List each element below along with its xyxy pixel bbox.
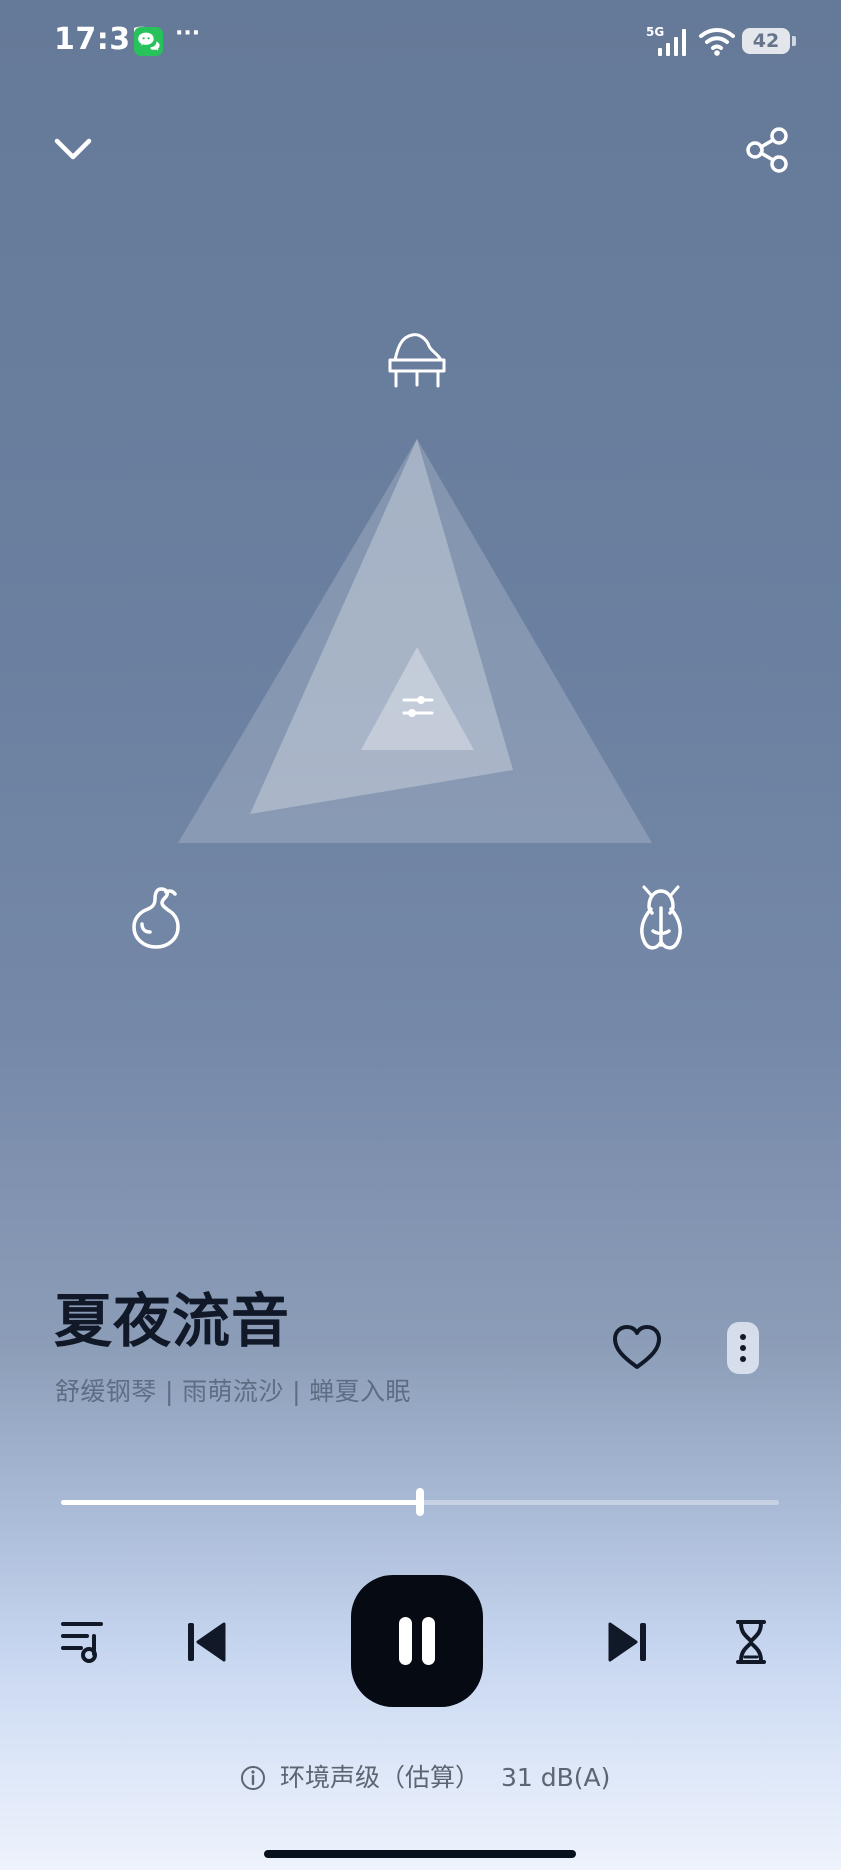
progress-thumb[interactable] <box>416 1488 424 1516</box>
share-button[interactable] <box>744 126 792 174</box>
ambient-sound-level: 环境声级（估算） 31 dB(A) <box>240 1760 620 1798</box>
pause-button[interactable] <box>351 1575 483 1707</box>
status-bar: 17:31 ··· 5G 42 <box>0 0 841 80</box>
info-icon <box>241 1766 265 1790</box>
signal-icon: 5G <box>646 25 686 56</box>
track-subtitle: 舒缓钢琴 | 雨萌流沙 | 蝉夏入眠 <box>55 1377 411 1406</box>
previous-button[interactable] <box>181 1618 231 1666</box>
hourglass-icon <box>736 1620 766 1664</box>
heart-outline-icon <box>613 1325 661 1369</box>
network-label: 5G <box>646 25 664 39</box>
more-options-button[interactable] <box>727 1322 759 1374</box>
home-indicator[interactable] <box>264 1850 576 1858</box>
skip-next-icon <box>608 1622 646 1662</box>
vertical-dot <box>740 1345 746 1351</box>
piano-sound-button[interactable] <box>386 326 448 390</box>
battery-level: 42 <box>752 30 780 52</box>
skip-previous-icon <box>188 1622 226 1662</box>
cicada-icon <box>640 885 682 950</box>
wifi-icon <box>699 28 735 56</box>
gourd-sound-button[interactable] <box>130 885 184 949</box>
pause-bar-right <box>422 1617 435 1665</box>
cicada-sound-button[interactable] <box>635 885 687 951</box>
chevron-down-icon <box>54 138 92 160</box>
gourd-icon <box>132 887 180 949</box>
playlist-button[interactable] <box>59 1618 109 1664</box>
pause-bar-left <box>399 1617 412 1665</box>
track-title: 夏夜流音 <box>54 1287 291 1355</box>
battery-tip <box>792 36 796 46</box>
vertical-dot <box>740 1356 746 1362</box>
piano-icon <box>388 333 446 388</box>
progress-fill <box>61 1500 420 1505</box>
playlist-icon <box>61 1622 103 1663</box>
ambient-sound-value: 31 dB(A) <box>501 1763 611 1792</box>
sound-mix-triangle[interactable] <box>170 420 670 870</box>
next-button[interactable] <box>603 1618 653 1666</box>
wechat-icon-svg <box>138 32 160 51</box>
sound-player-screen: 17:31 ··· 5G 42 夏夜流音 舒缓钢琴 | 雨萌流沙 | 蝉夏入眠 … <box>0 0 841 1870</box>
progress-slider[interactable] <box>61 1488 779 1516</box>
notification-more-indicator: ··· <box>175 21 201 46</box>
share-icon <box>746 127 788 173</box>
vertical-dot <box>740 1334 746 1340</box>
wechat-icon <box>134 27 163 56</box>
collapse-button[interactable] <box>49 125 97 173</box>
timer-button[interactable] <box>733 1618 769 1666</box>
ambient-sound-label: 环境声级（估算） <box>280 1763 481 1792</box>
favorite-button[interactable] <box>610 1323 664 1371</box>
